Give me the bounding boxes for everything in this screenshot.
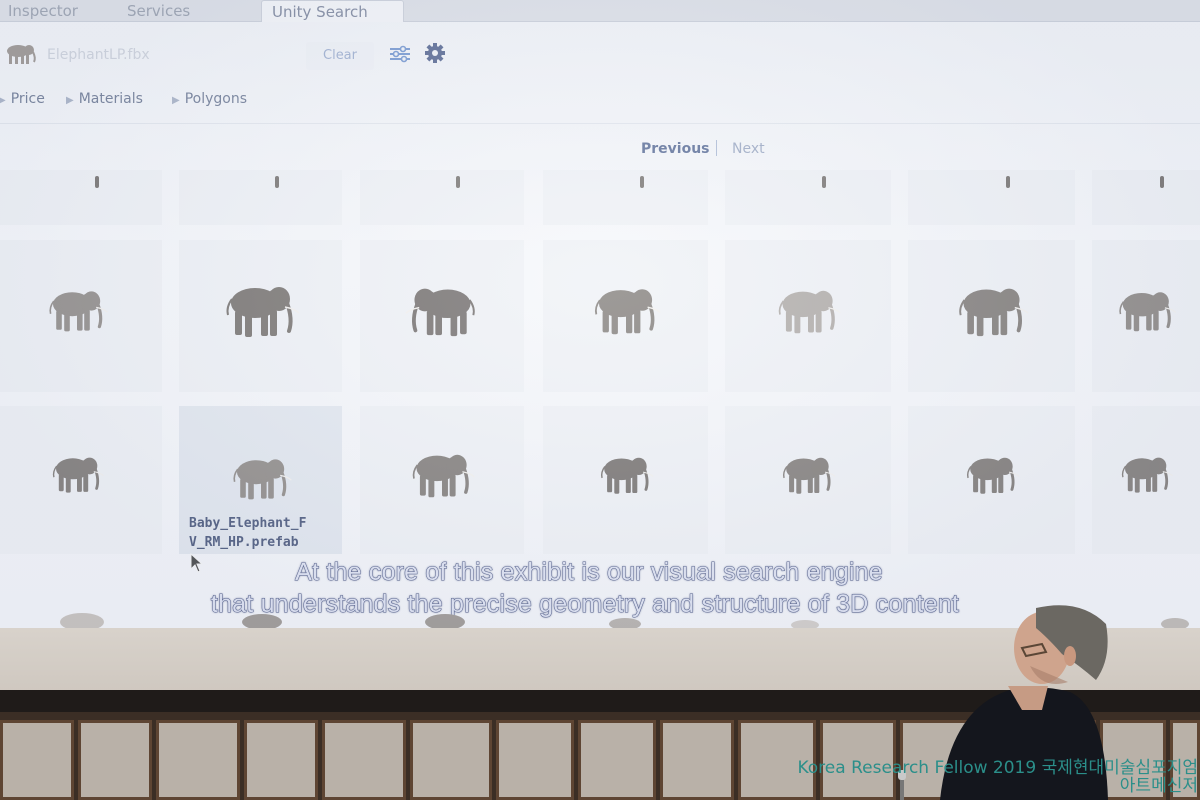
elephant-model-icon — [594, 289, 661, 335]
watermark-line-2: 아트메신저 — [1119, 776, 1198, 796]
result-card[interactable] — [908, 406, 1075, 554]
result-card[interactable] — [1092, 170, 1200, 225]
elephant-model-icon — [639, 176, 644, 188]
elephant-model-icon — [412, 454, 475, 497]
watermark-line-1: Korea Research Fellow 2019 국제현대미술심포지엄 — [797, 758, 1198, 778]
elephant-model-icon — [783, 457, 836, 494]
result-card[interactable] — [725, 170, 891, 225]
elephant-model-icon — [1121, 457, 1173, 493]
results-grid: Baby_Elephant_F V_RM_HP.prefab — [0, 0, 1200, 628]
result-card[interactable] — [725, 240, 891, 392]
elephant-model-icon — [95, 176, 99, 188]
elephant-model-icon — [232, 459, 292, 500]
result-card[interactable] — [543, 406, 708, 554]
wall-panel — [578, 720, 656, 800]
wall-panel — [410, 720, 492, 800]
elephant-model-icon — [456, 176, 460, 188]
wall-panel — [496, 720, 574, 800]
subtitle-line-1: At the core of this exhibit is our visua… — [295, 558, 884, 587]
wall-panel — [0, 720, 74, 800]
result-card[interactable] — [543, 240, 708, 392]
wall-panel — [244, 720, 318, 800]
elephant-model-icon — [600, 457, 654, 494]
result-card-selected[interactable]: Baby_Elephant_F V_RM_HP.prefab — [179, 406, 342, 554]
elephant-model-icon — [1005, 176, 1010, 188]
result-card[interactable] — [360, 406, 524, 554]
result-card[interactable] — [0, 240, 162, 392]
elephant-model-icon — [1119, 292, 1177, 332]
elephant-model-icon — [405, 288, 475, 336]
elephant-model-icon — [958, 288, 1029, 336]
result-card[interactable] — [360, 170, 524, 225]
result-card[interactable] — [179, 170, 342, 225]
result-card[interactable] — [725, 406, 891, 554]
event-watermark: Korea Research Fellow 2019 국제현대미술심포지엄 아트… — [797, 759, 1198, 795]
result-card[interactable] — [543, 170, 708, 225]
result-card[interactable] — [908, 240, 1075, 392]
elephant-model-icon — [52, 457, 104, 493]
elephant-model-icon — [274, 176, 279, 188]
result-card[interactable] — [360, 240, 524, 392]
projected-screen: Inspector Services Unity Search Elephant… — [0, 0, 1200, 628]
result-card-label: Baby_Elephant_F V_RM_HP.prefab — [189, 514, 306, 552]
result-card[interactable] — [0, 170, 162, 225]
result-card[interactable] — [179, 240, 342, 392]
elephant-model-icon — [778, 290, 841, 333]
result-card[interactable] — [0, 406, 162, 554]
elephant-model-icon — [49, 291, 108, 332]
elephant-model-icon — [1160, 176, 1164, 188]
result-card[interactable] — [1092, 240, 1200, 392]
result-card-label-line-2: V_RM_HP.prefab — [189, 535, 299, 550]
wall-panel — [660, 720, 734, 800]
elephant-model-icon — [966, 457, 1020, 494]
result-card[interactable] — [1092, 406, 1200, 554]
wall-panel — [156, 720, 240, 800]
result-card-label-line-1: Baby_Elephant_F — [189, 516, 307, 531]
elephant-model-icon — [822, 176, 826, 188]
wall-panel — [322, 720, 406, 800]
wall-panel — [78, 720, 152, 800]
result-card[interactable] — [908, 170, 1075, 225]
elephant-model-icon — [226, 287, 300, 337]
